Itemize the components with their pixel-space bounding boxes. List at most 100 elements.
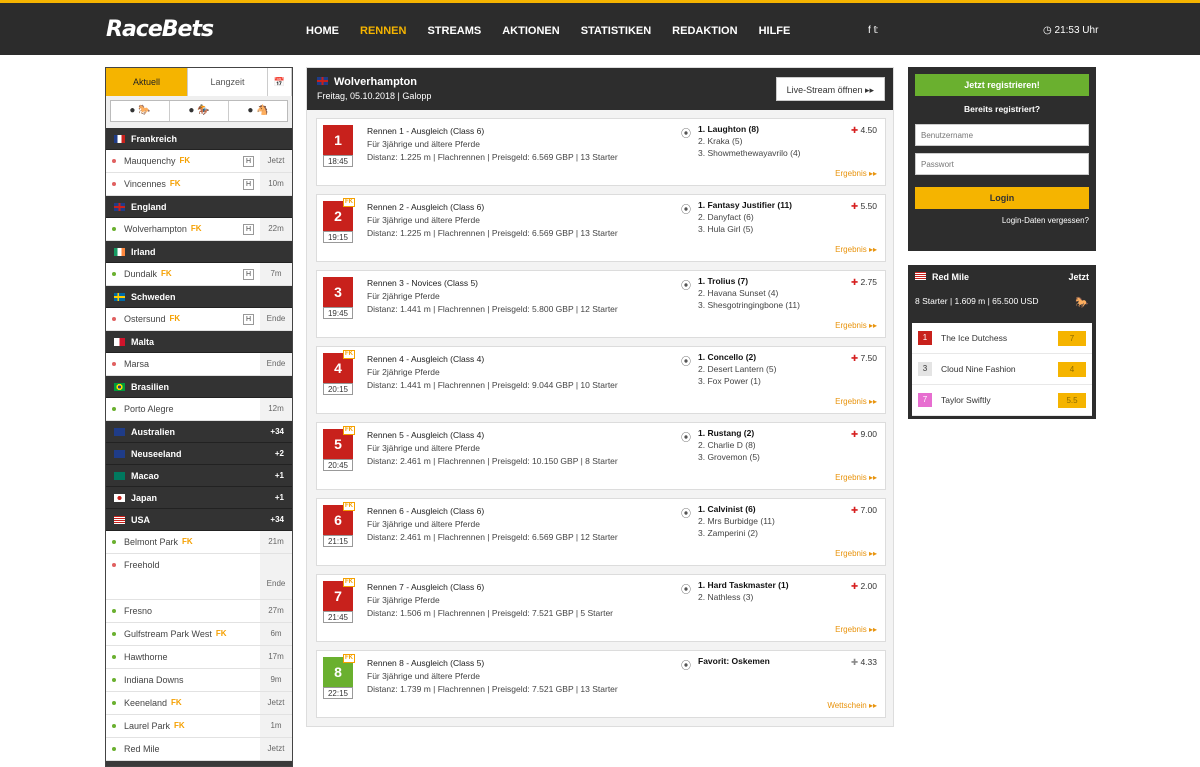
race-title[interactable]: Rennen 7 - Ausgleich (Class 6) — [367, 581, 613, 594]
race-card[interactable]: 2 FK 19:15 Rennen 2 - Ausgleich (Class 6) Fü… — [316, 194, 886, 262]
result-runner: 1. Concello (2) — [698, 352, 757, 362]
country-australien[interactable]: Australien +34 — [106, 421, 292, 443]
country-frankreich[interactable]: Frankreich — [106, 128, 292, 150]
username-field[interactable]: Benutzername — [915, 124, 1089, 146]
race-card[interactable]: 8 FK 22:15 Rennen 8 - Ausgleich (Class 5) Fü… — [316, 650, 886, 718]
country-malta[interactable]: Malta — [106, 331, 292, 353]
track-item[interactable]: Indiana Downs 9m — [106, 669, 292, 692]
red-mile-runner[interactable]: 1 The Ice Dutchess 7 — [912, 323, 1092, 354]
track-item[interactable]: Vincennes FK H 10m — [106, 173, 292, 196]
track-item[interactable]: Fresno 27m — [106, 600, 292, 623]
camera-icon[interactable]: ⦿ — [681, 505, 691, 520]
camera-icon[interactable]: ⦿ — [681, 657, 691, 672]
track-item[interactable]: Ostersund FK H Ende — [106, 308, 292, 331]
race-title[interactable]: Rennen 8 - Ausgleich (Class 5) — [367, 657, 618, 670]
result-link[interactable]: Wettschein ▸▸ — [827, 701, 877, 710]
tab-langzeit[interactable]: Langzeit — [188, 68, 268, 96]
country-irland[interactable]: Irland — [106, 241, 292, 263]
country-neuseeland[interactable]: Neuseeland +2 — [106, 443, 292, 465]
mt-flag-icon — [114, 337, 125, 346]
result-link[interactable]: Ergebnis ▸▸ — [835, 549, 877, 558]
race-number: 7 FK — [323, 578, 355, 611]
forgot-login-link[interactable]: Login-Daten vergessen? — [915, 216, 1089, 225]
track-item[interactable]: Freehold Ende — [106, 554, 292, 600]
country-brasilien[interactable]: Brasilien — [106, 376, 292, 398]
race-card[interactable]: 3 19:45 Rennen 3 - Novices (Class 5) Für 2j… — [316, 270, 886, 338]
race-card[interactable]: 5 FK 20:45 Rennen 5 - Ausgleich (Class 4) Fü… — [316, 422, 886, 490]
nav-statistiken[interactable]: STATISTIKEN — [581, 25, 651, 37]
country-usa[interactable]: USA +34 — [106, 509, 292, 531]
nav-rennen[interactable]: RENNEN — [360, 25, 406, 37]
nav-aktionen[interactable]: AKTIONEN — [502, 25, 559, 37]
result-link[interactable]: Ergebnis ▸▸ — [835, 625, 877, 634]
result-link[interactable]: Ergebnis ▸▸ — [835, 321, 877, 330]
result-link[interactable]: Ergebnis ▸▸ — [835, 245, 877, 254]
trab-filter-icon[interactable]: ● 🐴 — [229, 101, 287, 121]
race-conditions: Für 3jährige und ältere Pferde — [367, 519, 480, 529]
race-title[interactable]: Rennen 4 - Ausgleich (Class 4) — [367, 353, 618, 366]
calendar-icon[interactable]: 📅 — [268, 68, 292, 96]
nav-redaktion[interactable]: REDAKTION — [672, 25, 737, 37]
camera-icon[interactable]: ⦿ — [681, 201, 691, 216]
race-card[interactable]: 7 FK 21:45 Rennen 7 - Ausgleich (Class 6) Fü… — [316, 574, 886, 642]
odds-arrow-icon: ✚ — [850, 277, 859, 287]
race-title[interactable]: Rennen 1 - Ausgleich (Class 6) — [367, 125, 618, 138]
country-japan[interactable]: Japan +1 — [106, 487, 292, 509]
galopp-filter-icon[interactable]: ● 🐎 — [111, 101, 170, 121]
camera-icon[interactable]: ⦿ — [681, 581, 691, 596]
jump-filter-icon[interactable]: ● 🏇 — [170, 101, 229, 121]
camera-icon[interactable]: ⦿ — [681, 429, 691, 444]
track-item[interactable]: Keeneland FK Jetzt — [106, 692, 292, 715]
meeting-header: Wolverhampton Freitag, 05.10.2018 | Galo… — [307, 68, 893, 110]
race-time: 19:15 — [323, 231, 353, 243]
race-title[interactable]: Rennen 6 - Ausgleich (Class 6) — [367, 505, 618, 518]
odds-button[interactable]: 5.5 — [1058, 392, 1086, 408]
race-title[interactable]: Rennen 2 - Ausgleich (Class 6) — [367, 201, 618, 214]
track-item[interactable]: Belmont Park FK 21m — [106, 531, 292, 554]
race-card[interactable]: 6 FK 21:15 Rennen 6 - Ausgleich (Class 6) Fü… — [316, 498, 886, 566]
result-link[interactable]: Ergebnis ▸▸ — [835, 169, 877, 178]
password-field[interactable]: Passwort — [915, 153, 1089, 175]
result-link[interactable]: Ergebnis ▸▸ — [835, 473, 877, 482]
register-button[interactable]: Jetzt registrieren! — [915, 74, 1089, 96]
tab-aktuell[interactable]: Aktuell — [106, 68, 188, 96]
track-item[interactable]: Laurel Park FK 1m — [106, 715, 292, 738]
status-dot — [112, 701, 116, 705]
social-icons[interactable]: f 𝕥 — [868, 25, 878, 36]
track-item[interactable]: Marsa Ende — [106, 353, 292, 376]
red-mile-runner[interactable]: 7 Taylor Swiftly 5.5 — [912, 385, 1092, 416]
camera-icon[interactable]: ⦿ — [681, 277, 691, 292]
country-schweden[interactable]: Schweden — [106, 286, 292, 308]
track-item[interactable]: Red Mile Jetzt — [106, 738, 292, 761]
race-card[interactable]: 4 FK 20:15 Rennen 4 - Ausgleich (Class 4) Fü… — [316, 346, 886, 414]
race-time: 22:15 — [323, 687, 353, 699]
race-card[interactable]: 1 18:45 Rennen 1 - Ausgleich (Class 6) Für … — [316, 118, 886, 186]
racebets-logo[interactable]: RaceBets — [106, 17, 214, 42]
track-item[interactable]: Mauquenchy FK H Jetzt — [106, 150, 292, 173]
track-name: Red Mile — [124, 744, 160, 754]
odds-button[interactable]: 7 — [1058, 330, 1086, 346]
result-runner: 3. Showmethewayavrilo (4) — [698, 148, 801, 158]
camera-icon[interactable]: ⦿ — [681, 125, 691, 140]
track-item[interactable]: Hawthorne 17m — [106, 646, 292, 669]
odds-button[interactable]: 4 — [1058, 361, 1086, 377]
red-mile-header[interactable]: Red Mile Jetzt — [915, 272, 1089, 282]
red-mile-runner[interactable]: 3 Cloud Nine Fashion 4 — [912, 354, 1092, 385]
login-button[interactable]: Login — [915, 187, 1089, 209]
track-item[interactable]: Wolverhampton FK H 22m — [106, 218, 292, 241]
result-link[interactable]: Ergebnis ▸▸ — [835, 397, 877, 406]
race-title[interactable]: Rennen 3 - Novices (Class 5) — [367, 277, 618, 290]
race-meta: Distanz: 1.225 m | Flachrennen | Preisge… — [367, 228, 618, 238]
nav-streams[interactable]: STREAMS — [427, 25, 481, 37]
track-item[interactable]: Gulfstream Park West FK 6m — [106, 623, 292, 646]
country-macao[interactable]: Macao +1 — [106, 465, 292, 487]
camera-icon[interactable]: ⦿ — [681, 353, 691, 368]
race-title[interactable]: Rennen 5 - Ausgleich (Class 4) — [367, 429, 618, 442]
track-item[interactable]: Dundalk FK H 7m — [106, 263, 292, 286]
nav-home[interactable]: HOME — [306, 25, 339, 37]
race-meta: Distanz: 1.225 m | Flachrennen | Preisge… — [367, 152, 618, 162]
track-item[interactable]: Porto Alegre 12m — [106, 398, 292, 421]
nav-hilfe[interactable]: HILFE — [759, 25, 791, 37]
live-stream-button[interactable]: Live-Stream öffnen ▸▸ — [775, 77, 885, 101]
country-england[interactable]: England — [106, 196, 292, 218]
